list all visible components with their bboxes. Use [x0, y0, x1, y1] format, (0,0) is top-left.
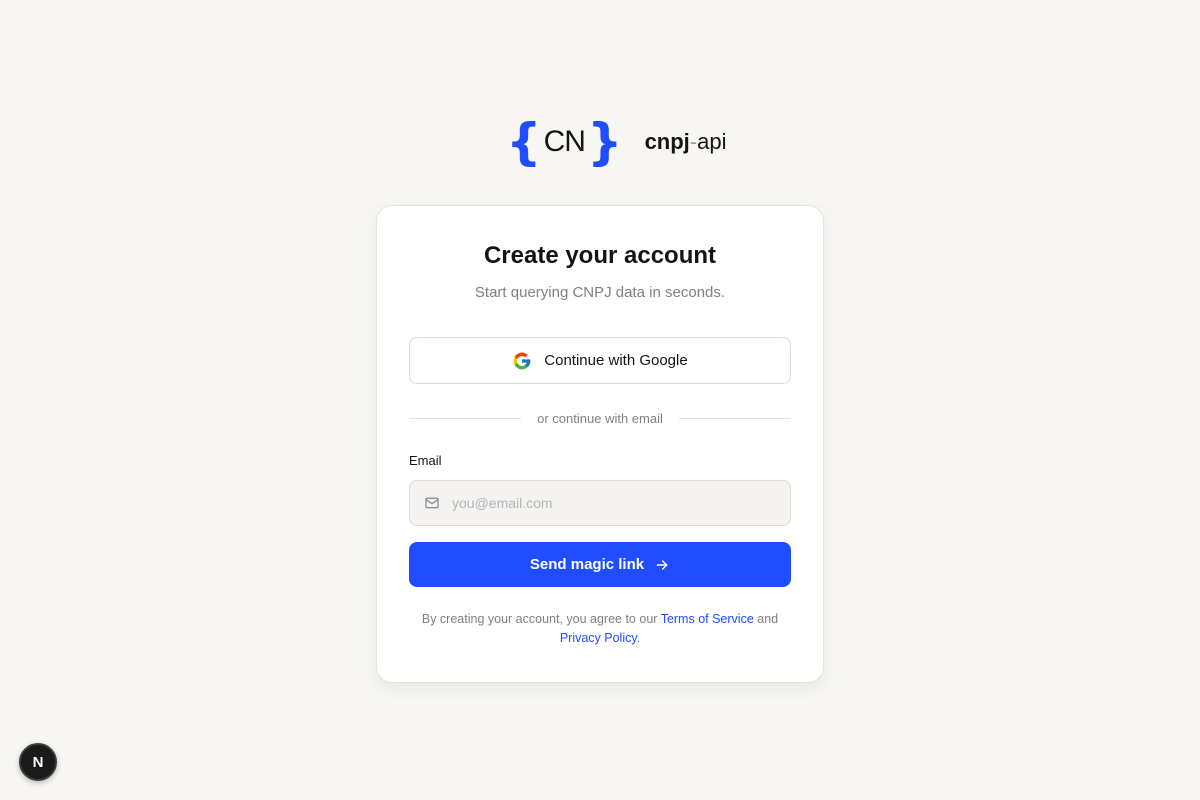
brand-word-light: api: [697, 129, 727, 154]
brand-mark-open: {: [506, 113, 542, 171]
mail-icon: [425, 497, 439, 509]
privacy-policy-link[interactable]: Privacy Policy: [560, 631, 637, 645]
page-subtitle: Start querying CNPJ data in seconds.: [474, 284, 726, 301]
legal-and: and: [753, 612, 779, 626]
divider-line-right: [678, 417, 792, 419]
send-magic-link-button[interactable]: Send magic link: [409, 542, 791, 587]
dev-tools-badge[interactable]: N: [19, 743, 57, 781]
legal-prefix: By creating your account, you agree to o…: [421, 612, 661, 626]
continue-with-google-button[interactable]: Continue with Google: [409, 337, 791, 384]
send-magic-link-label: Send magic link: [529, 556, 645, 573]
brand-word-strong: cnpj: [644, 129, 690, 154]
brand-mark-letters: CN: [543, 125, 586, 158]
page-title: Create your account: [483, 242, 717, 269]
brand-logo: { CN } cnpj-api: [506, 116, 726, 168]
email-label: Email: [409, 453, 442, 468]
email-input[interactable]: [452, 495, 790, 511]
brand-mark: { CN }: [506, 116, 623, 168]
divider-text: or continue with email: [537, 410, 663, 426]
continue-with-google-label: Continue with Google: [544, 352, 688, 369]
email-field[interactable]: [409, 480, 791, 526]
divider-line-left: [409, 417, 522, 419]
email-divider: or continue with email: [409, 409, 792, 427]
google-icon: [513, 352, 531, 369]
legal-suffix: .: [636, 631, 641, 645]
legal-notice: By creating your account, you agree to o…: [417, 610, 783, 648]
brand-wordmark: cnpj-api: [645, 116, 727, 168]
arrow-right-icon: [656, 559, 668, 570]
terms-of-service-link[interactable]: Terms of Service: [661, 612, 754, 626]
brand-mark-close: }: [586, 113, 623, 171]
signup-card: Create your account Start querying CNPJ …: [376, 205, 824, 683]
